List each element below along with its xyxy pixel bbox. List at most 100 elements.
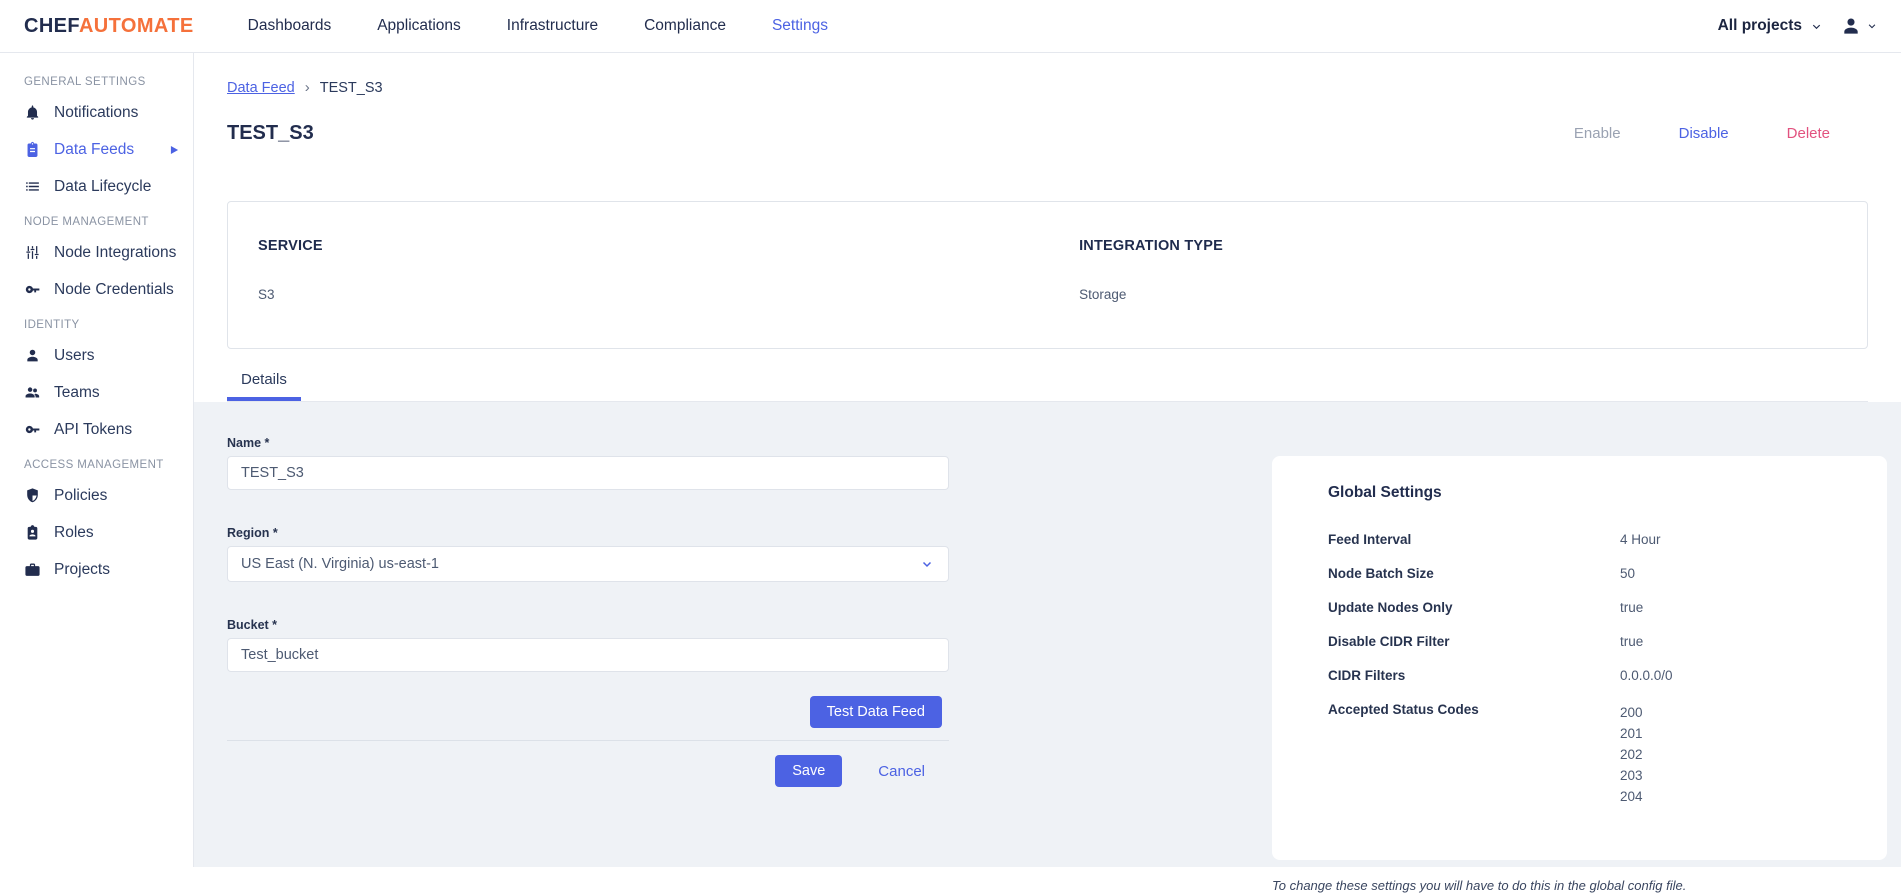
id-badge-icon xyxy=(24,524,41,541)
sidebar-section-access-management: ACCESS MANAGEMENT Policies Roles Project… xyxy=(0,448,193,588)
setting-row-disable-cidr-filter: Disable CIDR Filter true xyxy=(1328,634,1644,649)
sidebar-item-data-lifecycle[interactable]: Data Lifecycle xyxy=(0,168,193,205)
bell-icon xyxy=(24,104,41,121)
global-settings-title: Global Settings xyxy=(1328,484,1442,501)
sidebar-item-roles[interactable]: Roles xyxy=(0,514,193,551)
sidebar-item-notifications[interactable]: Notifications xyxy=(0,94,193,131)
sidebar-section-node-management: NODE MANAGEMENT Node Integrations Node C… xyxy=(0,205,193,308)
expand-arrow-icon xyxy=(170,145,179,155)
sidebar-item-api-tokens[interactable]: API Tokens xyxy=(0,411,193,448)
nav-applications[interactable]: Applications xyxy=(377,17,461,35)
sidebar-heading-access-management: ACCESS MANAGEMENT xyxy=(24,459,164,471)
region-label: Region * xyxy=(227,526,278,540)
main-nav: Dashboards Applications Infrastructure C… xyxy=(248,17,828,35)
nav-infrastructure[interactable]: Infrastructure xyxy=(507,17,598,35)
sidebar-item-label: Roles xyxy=(54,523,94,541)
nav-compliance[interactable]: Compliance xyxy=(644,17,726,35)
accepted-status-codes-list: 200 201 202 203 204 xyxy=(1620,705,1643,804)
test-data-feed-button[interactable]: Test Data Feed xyxy=(809,696,942,728)
tab-details[interactable]: Details xyxy=(227,363,301,401)
service-header: SERVICE xyxy=(258,238,323,254)
sidebar-item-policies[interactable]: Policies xyxy=(0,477,193,514)
sidebar-item-node-integrations[interactable]: Node Integrations xyxy=(0,234,193,271)
data-feed-form: Name * Region * US East (N. Virginia) us… xyxy=(227,402,949,787)
chef-automate-logo: CHEFAUTOMATE xyxy=(24,15,194,38)
integration-type-header: INTEGRATION TYPE xyxy=(1079,238,1223,254)
feed-actions: Enable Disable Delete xyxy=(1574,125,1868,142)
global-settings-note: To change these settings you will have t… xyxy=(1272,878,1687,893)
user-avatar-icon xyxy=(1840,15,1862,37)
setting-row-feed-interval: Feed Interval 4 Hour xyxy=(1328,532,1661,547)
sidebar-item-label: Teams xyxy=(54,383,100,401)
sidebar-item-label: Notifications xyxy=(54,103,139,121)
navbar-right: All projects xyxy=(1718,15,1877,37)
sidebar-item-label: Node Credentials xyxy=(54,280,174,298)
global-settings-panel: Global Settings Feed Interval 4 Hour Nod… xyxy=(1272,456,1887,893)
projects-filter-label: All projects xyxy=(1717,17,1802,34)
tabs-bar: Details xyxy=(227,363,1868,402)
setting-row-accepted-status-codes: Accepted Status Codes 200 201 202 203 20… xyxy=(1328,702,1847,807)
sidebar-item-label: Node Integrations xyxy=(54,243,177,261)
nav-settings[interactable]: Settings xyxy=(772,17,828,35)
sliders-icon xyxy=(24,244,41,261)
projects-filter-dropdown[interactable]: All projects xyxy=(1718,17,1822,35)
sidebar-heading-general-settings: GENERAL SETTINGS xyxy=(24,76,146,88)
sidebar-item-node-credentials[interactable]: Node Credentials xyxy=(0,271,193,308)
breadcrumb: Data Feed › TEST_S3 xyxy=(227,79,1868,96)
chevron-down-icon xyxy=(1867,21,1877,31)
logo-automate: AUTOMATE xyxy=(78,14,194,37)
key-icon xyxy=(24,421,41,438)
global-settings-card: Global Settings Feed Interval 4 Hour Nod… xyxy=(1272,456,1887,860)
sidebar-heading-node-management: NODE MANAGEMENT xyxy=(24,216,149,228)
setting-row-update-nodes-only: Update Nodes Only true xyxy=(1328,600,1644,615)
chevron-down-icon xyxy=(921,558,933,570)
sidebar-item-projects[interactable]: Projects xyxy=(0,551,193,588)
clipboard-icon xyxy=(24,141,41,158)
cancel-link[interactable]: Cancel xyxy=(878,763,925,780)
list-icon xyxy=(24,178,41,195)
page-title: TEST_S3 xyxy=(227,122,314,144)
disable-button[interactable]: Disable xyxy=(1679,125,1729,142)
sidebar-item-teams[interactable]: Teams xyxy=(0,374,193,411)
chevron-down-icon xyxy=(1811,21,1822,32)
top-navbar: CHEFAUTOMATE Dashboards Applications Inf… xyxy=(0,0,1901,53)
name-field-group: Name * xyxy=(227,436,949,490)
name-input[interactable] xyxy=(227,456,949,490)
user-menu[interactable] xyxy=(1840,15,1877,37)
sidebar-section-identity: IDENTITY Users Teams API Tokens xyxy=(0,308,193,448)
name-label: Name * xyxy=(227,436,270,450)
region-field-group: Region * US East (N. Virginia) us-east-1 xyxy=(227,526,949,582)
sidebar-item-data-feeds[interactable]: Data Feeds xyxy=(0,131,193,168)
briefcase-icon xyxy=(24,561,41,578)
settings-sidebar: GENERAL SETTINGS Notifications Data Feed… xyxy=(0,53,194,867)
breadcrumb-data-feed-link[interactable]: Data Feed xyxy=(227,80,295,96)
sidebar-item-label: Projects xyxy=(54,560,110,578)
delete-button[interactable]: Delete xyxy=(1787,125,1830,142)
key-icon xyxy=(24,281,41,298)
integration-type-value: Storage xyxy=(1079,287,1127,302)
region-select[interactable]: US East (N. Virginia) us-east-1 xyxy=(227,546,949,582)
sidebar-item-label: Policies xyxy=(54,486,108,504)
service-column: SERVICE S3 xyxy=(258,238,1079,348)
user-icon xyxy=(24,347,41,364)
bucket-input[interactable] xyxy=(227,638,949,672)
sidebar-item-label: Users xyxy=(54,346,95,364)
enable-button[interactable]: Enable xyxy=(1574,125,1621,142)
sidebar-item-label: Data Lifecycle xyxy=(54,177,152,195)
breadcrumb-separator: › xyxy=(304,79,310,96)
save-button[interactable]: Save xyxy=(775,755,843,787)
sidebar-item-label: Data Feeds xyxy=(54,140,135,158)
breadcrumb-current: TEST_S3 xyxy=(319,79,383,96)
bucket-field-group: Bucket * xyxy=(227,618,949,672)
sidebar-heading-identity: IDENTITY xyxy=(24,319,80,331)
bucket-label: Bucket * xyxy=(227,618,278,632)
sidebar-item-users[interactable]: Users xyxy=(0,337,193,374)
form-divider xyxy=(227,740,949,741)
feed-summary-card: SERVICE S3 INTEGRATION TYPE Storage xyxy=(227,201,1868,349)
service-value: S3 xyxy=(258,287,275,302)
region-selected-value: US East (N. Virginia) us-east-1 xyxy=(241,556,439,572)
nav-dashboards[interactable]: Dashboards xyxy=(248,17,332,35)
main-content: Data Feed › TEST_S3 TEST_S3 Enable Disab… xyxy=(194,53,1901,893)
sidebar-item-label: API Tokens xyxy=(54,420,133,438)
shield-icon xyxy=(24,487,41,504)
